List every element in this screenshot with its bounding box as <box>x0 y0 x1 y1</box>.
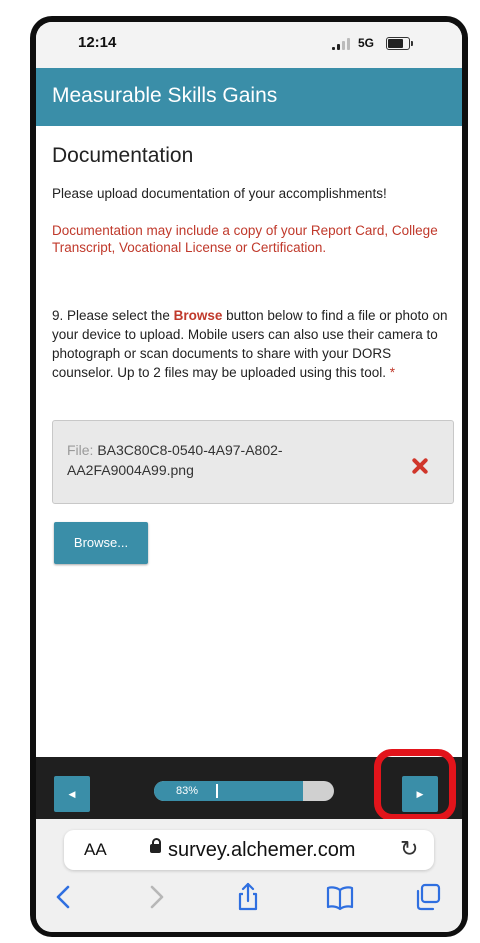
section-title: Documentation <box>52 144 194 167</box>
progress-text: 83% <box>176 785 199 797</box>
survey-title: Measurable Skills Gains <box>52 84 278 107</box>
status-bar: 12:14 5G <box>36 22 462 68</box>
text-size-button[interactable]: AA <box>84 840 107 860</box>
tabs-icon[interactable] <box>412 881 444 913</box>
question-text: 9. Please select the Browse button below… <box>52 306 452 382</box>
reload-icon[interactable]: ↻ <box>400 836 418 862</box>
uploaded-file-box: File: BA3C80C8-0540-4A97-A802-AA2FA9004A… <box>52 420 454 504</box>
progress-bar: 83% <box>154 781 334 801</box>
highlight-ring <box>374 749 456 821</box>
address-bar[interactable]: AA survey.alchemer.com ↻ <box>64 830 434 870</box>
documentation-note: Documentation may include a copy of your… <box>52 223 438 255</box>
intro-text: Please upload documentation of your acco… <box>52 186 387 201</box>
file-label: File: BA3C80C8-0540-4A97-A802-AA2FA9004A… <box>67 440 377 480</box>
forward-arrow-icon[interactable] <box>140 881 172 913</box>
bookmarks-icon[interactable] <box>324 881 356 913</box>
triangle-left-icon: ◀ <box>68 789 76 799</box>
share-icon[interactable] <box>232 881 264 913</box>
survey-header: Measurable Skills Gains <box>36 68 462 126</box>
browse-button[interactable]: Browse... <box>54 522 148 564</box>
back-arrow-icon[interactable] <box>48 881 80 913</box>
lock-icon <box>150 838 161 853</box>
url-domain: survey.alchemer.com <box>168 839 356 861</box>
network-type: 5G <box>358 36 375 50</box>
status-time: 12:14 <box>78 34 117 51</box>
progress-marker <box>216 784 218 798</box>
question-highlight: Browse <box>173 308 223 323</box>
remove-file-icon[interactable] <box>411 457 429 475</box>
browser-toolbar: AA survey.alchemer.com ↻ <box>36 819 462 932</box>
file-name: BA3C80C8-0540-4A97-A802-AA2FA9004A99.png <box>67 442 283 478</box>
screen: 12:14 5G Measurable Skills Gains Documen… <box>36 22 462 932</box>
previous-page-button[interactable]: ◀ <box>54 776 90 812</box>
signal-icon <box>332 38 352 50</box>
file-prefix: File: <box>67 442 94 458</box>
required-marker: * <box>389 365 395 380</box>
question-prefix: 9. Please select the <box>52 308 174 323</box>
battery-icon <box>386 37 413 50</box>
